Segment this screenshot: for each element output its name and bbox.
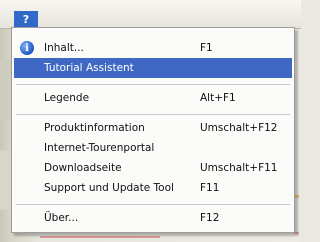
menu-item-label: Tutorial Assistent — [44, 62, 134, 74]
menu-item-shortcut: Umschalt+F11 — [200, 162, 278, 174]
menu-item-shortcut: F11 — [200, 182, 220, 194]
menu-item-support-update-tool[interactable]: Support und Update Tool F11 — [14, 178, 292, 198]
menu-item-internet-tourenportal[interactable]: Internet-Tourenportal — [14, 138, 292, 158]
menu-item-label: Support und Update Tool — [44, 182, 174, 194]
map-edge — [0, 60, 11, 120]
menu-item-label: Inhalt... — [44, 42, 84, 54]
menu-separator — [16, 84, 290, 85]
map-edge — [0, 150, 11, 210]
menu-item-ueber[interactable]: Über... F12 — [14, 208, 292, 228]
menu-item-shortcut: Umschalt+F12 — [200, 122, 278, 134]
menu-item-shortcut: Alt+F1 — [200, 92, 236, 104]
menu-item-produktinformation[interactable]: Produktinformation Umschalt+F12 — [14, 118, 292, 138]
menu-separator — [16, 204, 290, 205]
menu-item-label: Über... — [44, 212, 79, 224]
menu-bar: ? — [0, 0, 301, 29]
menu-item-label: Legende — [44, 92, 90, 104]
menu-item-label: Produktinformation — [44, 122, 145, 134]
menu-item-label: Downloadseite — [44, 162, 122, 174]
info-icon: i — [20, 41, 34, 55]
menu-item-tutorial-assistent[interactable]: Tutorial Assistent — [14, 58, 292, 78]
menu-item-downloadseite[interactable]: Downloadseite Umschalt+F11 — [14, 158, 292, 178]
map-route — [40, 236, 160, 238]
menu-item-inhalt[interactable]: i Inhalt... F1 — [14, 38, 292, 58]
menu-item-shortcut: F1 — [200, 42, 213, 54]
menu-item-label: Internet-Tourenportal — [44, 142, 155, 154]
menu-item-legende[interactable]: Legende Alt+F1 — [14, 88, 292, 108]
help-dropdown-menu: i Inhalt... F1 Tutorial Assistent Legend… — [11, 27, 295, 233]
help-menu-button[interactable]: ? — [14, 11, 38, 28]
menu-item-shortcut: F12 — [200, 212, 220, 224]
menu-separator — [16, 114, 290, 115]
